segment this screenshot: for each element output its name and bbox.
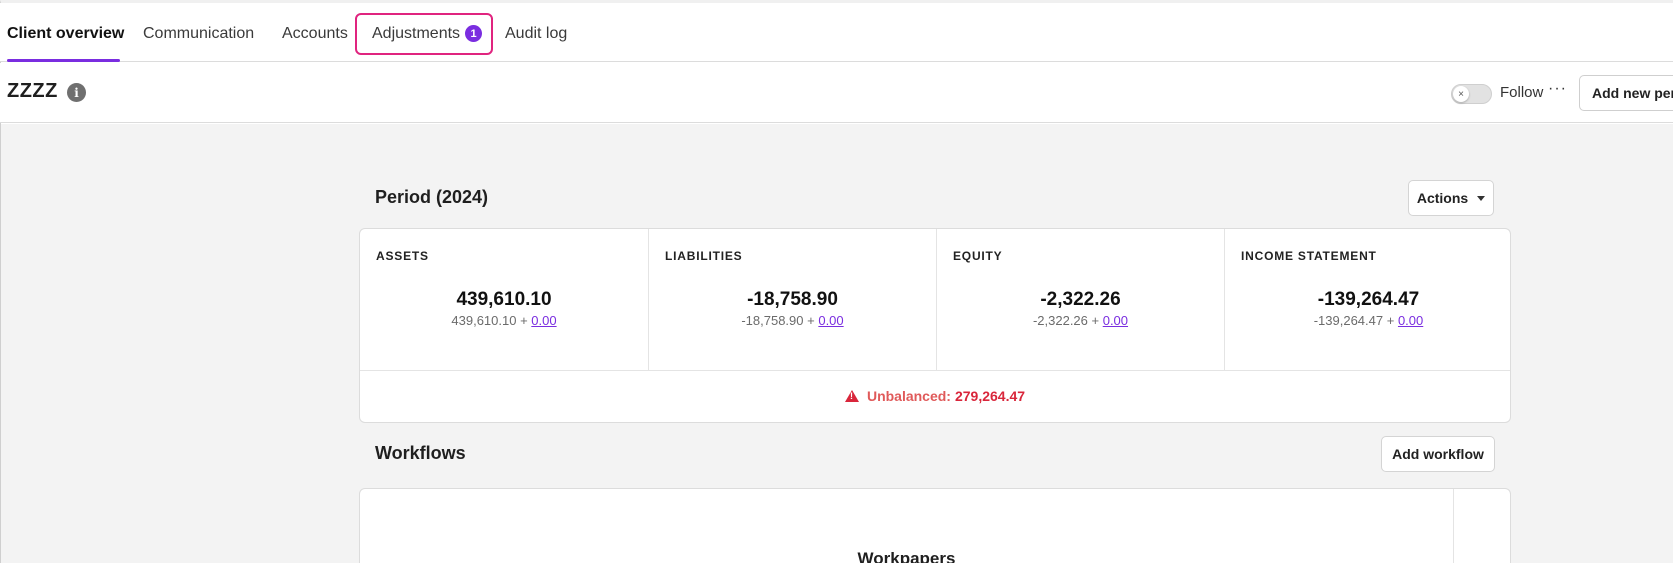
active-tab-indicator bbox=[7, 59, 120, 62]
base-value: -2,322.26 + bbox=[1032, 313, 1100, 328]
adjustments-count-badge: 1 bbox=[465, 25, 483, 42]
adjustment-link[interactable]: 0.00 bbox=[1398, 313, 1423, 328]
period-title: Period (2024) bbox=[375, 187, 489, 207]
column-label: LIABILITIES bbox=[665, 249, 743, 263]
column-total: 439,610.10 bbox=[456, 289, 552, 310]
tab-label: Client overview bbox=[7, 24, 125, 42]
liabilities-column: LIABILITIES -18,758.90 -18,758.90 + 0.00 bbox=[648, 229, 936, 370]
equity-column: EQUITY -2,322.26 -2,322.26 + 0.00 bbox=[936, 229, 1224, 370]
follow-toggle[interactable]: × bbox=[1451, 84, 1492, 104]
base-value: -18,758.90 + bbox=[741, 313, 815, 328]
column-total: -2,322.26 bbox=[1040, 289, 1121, 310]
warning-icon bbox=[844, 390, 859, 402]
income-statement-column: INCOME STATEMENT -139,264.47 -139,264.47… bbox=[1224, 229, 1512, 370]
column-breakdown: -2,322.26 + 0.00 bbox=[937, 313, 1224, 328]
adjustment-link[interactable]: 0.00 bbox=[531, 313, 556, 328]
add-workflow-button[interactable]: Add workflow bbox=[1381, 436, 1495, 472]
actions-label: Actions bbox=[1416, 190, 1469, 206]
tab-label: Communication bbox=[143, 24, 255, 42]
caret-down-icon bbox=[1477, 195, 1486, 201]
unbalanced-status: Unbalanced: 279,264.47 bbox=[360, 388, 1510, 404]
column-label: EQUITY bbox=[953, 249, 1003, 263]
unbalanced-value: 279,264.47 bbox=[954, 388, 1026, 404]
assets-column: ASSETS 439,610.10 439,610.10 + 0.00 bbox=[360, 229, 648, 370]
card-divider bbox=[1453, 489, 1454, 563]
client-name: ZZZZ bbox=[7, 80, 58, 102]
period-summary-card: ASSETS 439,610.10 439,610.10 + 0.00 LIAB… bbox=[359, 228, 1511, 423]
tab-audit-log[interactable]: Audit log bbox=[505, 15, 567, 52]
workpapers-title: Workpapers bbox=[857, 549, 956, 563]
tab-adjustments[interactable]: Adjustments 1 bbox=[372, 15, 483, 52]
info-icon[interactable]: i bbox=[67, 83, 86, 102]
column-breakdown: 439,610.10 + 0.00 bbox=[360, 313, 648, 328]
tab-bar: Client overview Communication Accounts A… bbox=[0, 3, 1673, 62]
tab-communication[interactable]: Communication bbox=[143, 15, 254, 52]
tab-accounts[interactable]: Accounts bbox=[282, 15, 348, 52]
add-new-period-button[interactable]: Add new period bbox=[1579, 75, 1673, 111]
tab-client-overview[interactable]: Client overview bbox=[7, 15, 124, 52]
adjustment-link[interactable]: 0.00 bbox=[1103, 313, 1128, 328]
client-header: ZZZZ i × Follow ··· Add new period bbox=[0, 63, 1673, 123]
toggle-close-icon: × bbox=[1453, 86, 1469, 102]
workpapers-card: Workpapers bbox=[359, 488, 1511, 563]
base-value: 439,610.10 + bbox=[451, 313, 528, 328]
column-breakdown: -18,758.90 + 0.00 bbox=[649, 313, 936, 328]
workflows-title: Workflows bbox=[375, 443, 466, 463]
actions-button[interactable]: Actions bbox=[1408, 180, 1494, 216]
adjustment-link[interactable]: 0.00 bbox=[818, 313, 843, 328]
column-total: -18,758.90 bbox=[747, 289, 838, 310]
column-total: -139,264.47 bbox=[1317, 289, 1420, 310]
tab-label: Audit log bbox=[505, 24, 568, 42]
unbalanced-label: Unbalanced: bbox=[866, 388, 951, 404]
card-divider bbox=[360, 370, 1510, 371]
column-breakdown: -139,264.47 + 0.00 bbox=[1225, 313, 1512, 328]
tab-label: Accounts bbox=[282, 24, 348, 42]
column-label: INCOME STATEMENT bbox=[1241, 249, 1377, 263]
tab-label: Adjustments bbox=[372, 24, 461, 42]
column-label: ASSETS bbox=[376, 249, 429, 263]
base-value: -139,264.47 + bbox=[1313, 313, 1395, 328]
more-options-icon[interactable]: ··· bbox=[1548, 80, 1567, 98]
follow-label: Follow bbox=[1500, 84, 1544, 101]
